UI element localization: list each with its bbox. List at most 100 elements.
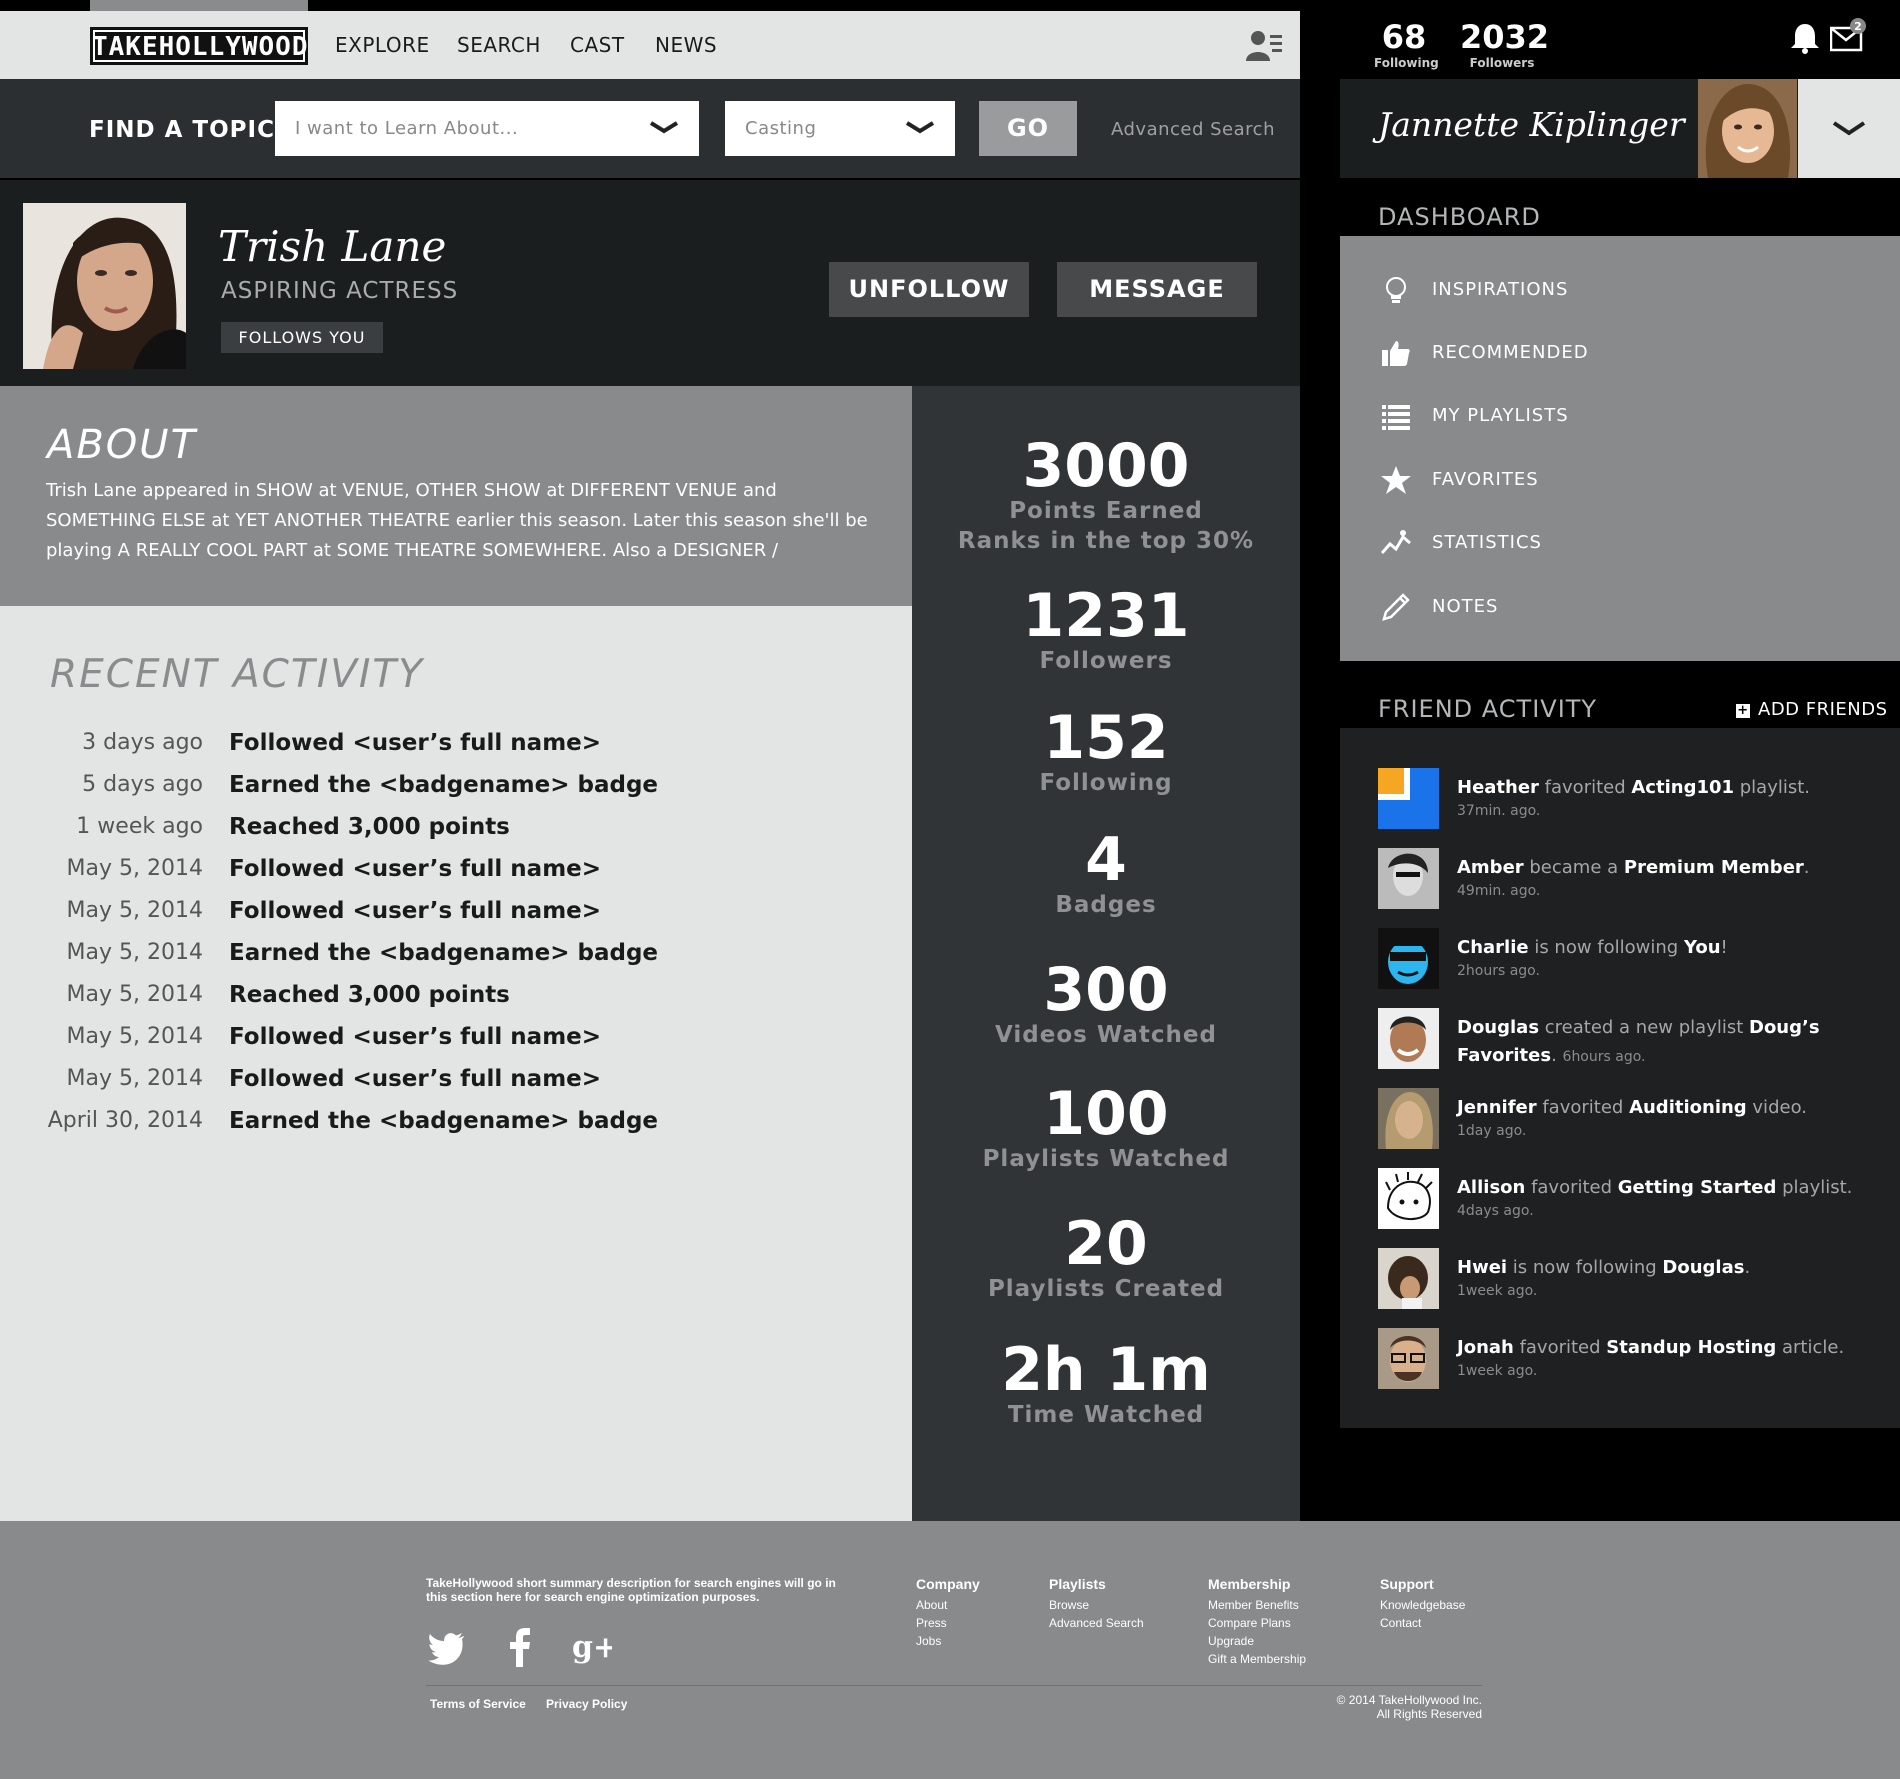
google-plus-icon[interactable]: g+ — [572, 1627, 612, 1667]
activity-text: Reached 3,000 points — [229, 814, 510, 840]
advanced-search-link[interactable]: Advanced Search — [1111, 119, 1275, 140]
friend-object[interactable]: Premium Member — [1624, 857, 1804, 878]
stats-panel: 3000 Points Earned Ranks in the top 30% … — [912, 386, 1300, 1521]
dashboard-item-favorites[interactable]: FAVORITES — [1340, 456, 1900, 506]
footer-link[interactable]: Member Benefits — [1208, 1596, 1306, 1614]
dashboard-item-my-playlists[interactable]: MY PLAYLISTS — [1340, 392, 1900, 442]
friend-object[interactable]: You — [1684, 937, 1721, 958]
friend-name[interactable]: Heather — [1457, 777, 1539, 798]
friend-action-tail: article. — [1776, 1337, 1845, 1358]
nav-explore[interactable]: EXPLORE — [335, 33, 430, 57]
mail-icon[interactable]: 2 — [1830, 18, 1866, 52]
nav-news[interactable]: NEWS — [655, 33, 717, 57]
activity-text: Followed <user’s full name> — [229, 1066, 602, 1092]
chevron-down-icon — [649, 121, 679, 134]
footer-link[interactable]: About — [916, 1596, 980, 1614]
go-button[interactable]: GO — [979, 101, 1077, 156]
dashboard-item-recommended[interactable]: RECOMMENDED — [1340, 329, 1900, 379]
profile-header: Trish Lane ASPIRING ACTRESS FOLLOWS YOU … — [0, 180, 1300, 386]
activity-date: 1 week ago — [76, 814, 203, 839]
friend-avatar[interactable] — [1378, 928, 1439, 989]
friend-time: 6hours ago. — [1562, 1049, 1646, 1065]
friend-avatar[interactable] — [1378, 1088, 1439, 1149]
facebook-icon[interactable] — [500, 1627, 540, 1667]
friend-action-tail: playlist. — [1734, 777, 1811, 798]
copyright-line-1: © 2014 TakeHollywood Inc. — [1336, 1693, 1482, 1707]
dashboard-item-label: NOTES — [1432, 596, 1499, 617]
user-name[interactable]: Jannette Kiplinger — [1378, 105, 1685, 144]
footer-link[interactable]: Advanced Search — [1049, 1614, 1144, 1632]
add-friends-button[interactable]: + ADD FRIENDS — [1736, 699, 1888, 720]
friend-name[interactable]: Douglas — [1457, 1017, 1539, 1038]
stat-value: 4 — [1085, 825, 1127, 895]
friend-avatar[interactable] — [1378, 1008, 1439, 1069]
friend-object[interactable]: Standup Hosting — [1606, 1337, 1776, 1358]
footer-link[interactable]: Gift a Membership — [1208, 1650, 1306, 1668]
user-avatar[interactable] — [1698, 79, 1797, 178]
stat-sub: Ranks in the top 30% — [957, 528, 1255, 554]
friend-avatar[interactable] — [1378, 1168, 1439, 1229]
dashboard-item-label: STATISTICS — [1432, 532, 1542, 553]
friend-avatar[interactable] — [1378, 768, 1439, 829]
stat-value: 1231 — [1022, 581, 1190, 651]
footer-link[interactable]: Contact — [1380, 1614, 1465, 1632]
list-item: Charlie is now following You! 2hours ago. — [1378, 928, 1878, 990]
privacy-link[interactable]: Privacy Policy — [546, 1697, 627, 1711]
footer-link[interactable]: Jobs — [916, 1632, 980, 1650]
follows-you-badge: FOLLOWS YOU — [221, 322, 383, 353]
friend-name[interactable]: Charlie — [1457, 937, 1529, 958]
dashboard-item-label: MY PLAYLISTS — [1432, 405, 1569, 426]
footer-link[interactable]: Press — [916, 1614, 980, 1632]
unfollow-button[interactable]: UNFOLLOW — [829, 262, 1029, 317]
about-section: ABOUT Trish Lane appeared in SHOW at VEN… — [0, 386, 912, 606]
friend-name[interactable]: Jonah — [1457, 1337, 1514, 1358]
footer-column-playlists: Playlists Browse Advanced Search — [1049, 1576, 1144, 1632]
friend-avatar[interactable] — [1378, 1248, 1439, 1309]
dashboard-title: DASHBOARD — [1378, 203, 1541, 231]
profile-name: Trish Lane — [218, 222, 447, 271]
activity-date: 5 days ago — [82, 772, 203, 797]
friend-object[interactable]: Douglas — [1662, 1257, 1744, 1278]
recent-activity-title: RECENT ACTIVITY — [50, 652, 425, 697]
friend-name[interactable]: Amber — [1457, 857, 1524, 878]
category-select[interactable]: Casting — [725, 101, 955, 156]
friend-avatar[interactable] — [1378, 1328, 1439, 1389]
site-logo[interactable]: TAKEHOLLYWOOD — [90, 27, 308, 65]
friend-name[interactable]: Allison — [1457, 1177, 1525, 1198]
nav-search[interactable]: SEARCH — [457, 33, 541, 57]
friend-avatar[interactable] — [1378, 848, 1439, 909]
twitter-icon[interactable] — [426, 1627, 466, 1667]
friend-object[interactable]: Acting101 — [1631, 777, 1734, 798]
following-count[interactable]: 68 Following — [1374, 18, 1439, 70]
stat-followers: 1231 Followers — [912, 586, 1300, 676]
footer: TakeHollywood short summary description … — [0, 1521, 1900, 1779]
user-menu-icon[interactable] — [1246, 29, 1282, 61]
message-button[interactable]: MESSAGE — [1057, 262, 1257, 317]
followers-count-label: Followers — [1469, 56, 1535, 70]
pencil-icon — [1382, 593, 1410, 621]
stat-label: Following — [1039, 770, 1173, 796]
friend-object[interactable]: Auditioning — [1629, 1097, 1747, 1118]
list-item: May 5, 2014 Earned the <badgename> badge — [0, 940, 912, 982]
user-menu-toggle[interactable] — [1798, 79, 1900, 178]
footer-link[interactable]: Knowledgebase — [1380, 1596, 1465, 1614]
dashboard-item-inspirations[interactable]: INSPIRATIONS — [1340, 266, 1900, 316]
bell-icon[interactable] — [1790, 22, 1820, 54]
footer-link[interactable]: Upgrade — [1208, 1632, 1306, 1650]
followers-count[interactable]: 2032 Followers — [1460, 18, 1549, 70]
footer-link[interactable]: Browse — [1049, 1596, 1144, 1614]
list-item: May 5, 2014 Followed <user’s full name> — [0, 856, 912, 898]
activity-text: Earned the <badgename> badge — [229, 940, 659, 966]
dashboard-item-notes[interactable]: NOTES — [1340, 583, 1900, 633]
topic-select[interactable]: I want to Learn About... — [275, 101, 699, 156]
about-title: ABOUT — [47, 422, 197, 468]
stat-label: Followers — [1039, 648, 1173, 674]
footer-link[interactable]: Compare Plans — [1208, 1614, 1306, 1632]
nav-cast[interactable]: CAST — [570, 33, 625, 57]
terms-link[interactable]: Terms of Service — [430, 1697, 526, 1711]
friend-object[interactable]: Getting Started — [1618, 1177, 1777, 1198]
friend-name[interactable]: Jennifer — [1457, 1097, 1537, 1118]
friend-name[interactable]: Hwei — [1457, 1257, 1507, 1278]
activity-date: May 5, 2014 — [66, 898, 203, 923]
dashboard-item-statistics[interactable]: STATISTICS — [1340, 519, 1900, 569]
